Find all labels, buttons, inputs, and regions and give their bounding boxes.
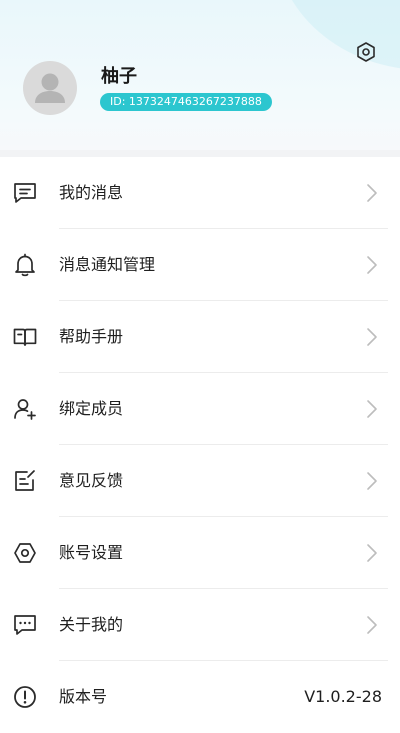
menu-item-account-settings[interactable]: 账号设置 [0, 517, 400, 589]
version-number: V1.0.2-28 [304, 687, 382, 706]
menu-item-version: 版本号 V1.0.2-28 [0, 661, 400, 733]
menu-item-label: 账号设置 [59, 543, 124, 562]
menu-item-label: 帮助手册 [59, 327, 124, 346]
chat-dots-icon [12, 612, 38, 638]
avatar[interactable] [23, 61, 77, 115]
section-separator [0, 150, 400, 157]
add-user-icon [12, 396, 38, 422]
menu-item-my-messages[interactable]: 我的消息 [0, 157, 400, 229]
bell-icon [12, 252, 38, 278]
chevron-right-icon [364, 471, 380, 491]
menu-item-label: 关于我的 [59, 615, 124, 634]
menu-item-notification-management[interactable]: 消息通知管理 [0, 229, 400, 301]
hexagon-settings-icon [12, 540, 38, 566]
menu-item-label: 我的消息 [59, 183, 124, 202]
chevron-right-icon [364, 615, 380, 635]
book-icon [12, 324, 38, 350]
settings-menu: 我的消息 消息通知管理 帮助手册 绑定成员 意见反馈 账号设置 关于我的 版本号… [0, 157, 400, 733]
info-icon [12, 684, 38, 710]
profile-header: 柚子 ID: 1373247463267237888 [0, 0, 400, 150]
user-name: 柚子 [101, 66, 137, 87]
menu-item-label: 意见反馈 [59, 471, 124, 490]
header-decoration [275, 0, 400, 70]
menu-item-label: 版本号 [59, 687, 108, 706]
chevron-right-icon [364, 327, 380, 347]
feedback-icon [12, 468, 38, 494]
menu-item-help-manual[interactable]: 帮助手册 [0, 301, 400, 373]
avatar-placeholder-icon [35, 73, 65, 103]
menu-item-label: 消息通知管理 [59, 255, 156, 274]
user-id-badge: ID: 1373247463267237888 [100, 93, 272, 111]
hexagon-settings-icon [357, 42, 375, 62]
menu-item-about[interactable]: 关于我的 [0, 589, 400, 661]
chevron-right-icon [364, 399, 380, 419]
message-icon [12, 180, 38, 206]
menu-item-bind-member[interactable]: 绑定成员 [0, 373, 400, 445]
chevron-right-icon [364, 543, 380, 563]
menu-item-feedback[interactable]: 意见反馈 [0, 445, 400, 517]
chevron-right-icon [364, 255, 380, 275]
menu-item-label: 绑定成员 [59, 399, 124, 418]
settings-button[interactable] [354, 40, 378, 64]
chevron-right-icon [364, 183, 380, 203]
